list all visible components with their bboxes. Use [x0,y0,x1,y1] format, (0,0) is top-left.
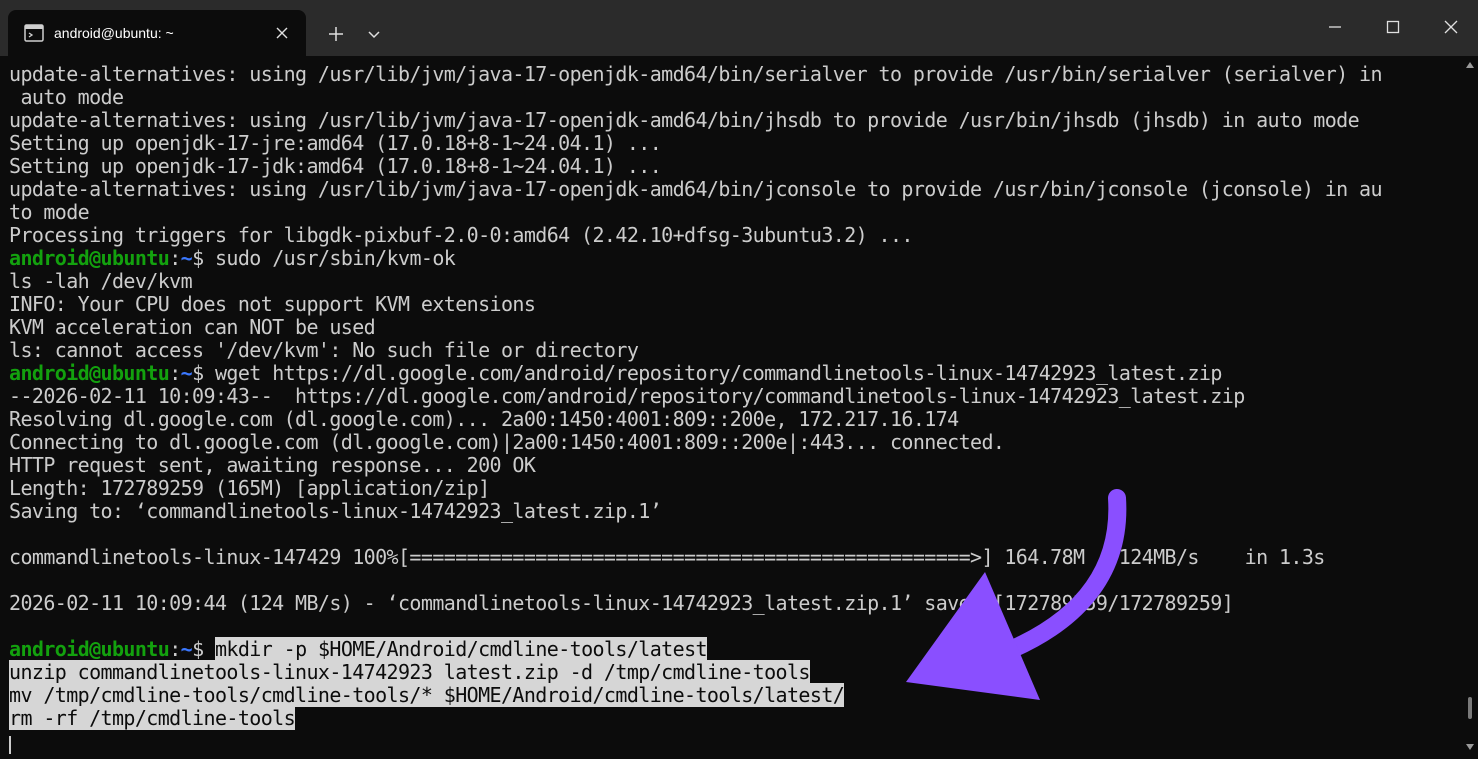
prompt-separator: : [169,361,181,385]
output-text: unzip commandlinetools-linux-14742923_la… [9,660,810,684]
terminal-line: update-alternatives: using /usr/lib/jvm/… [9,109,1382,132]
terminal-line: INFO: Your CPU does not support KVM exte… [9,293,1382,316]
output-text: Processing triggers for libgdk-pixbuf-2.… [9,223,913,247]
terminal-line: auto mode [9,86,1382,109]
output-text: ls -lah /dev/kvm [9,269,193,293]
output-text: update-alternatives: using /usr/lib/jvm/… [9,177,1383,201]
window-close-icon[interactable] [1438,14,1464,40]
output-text: update-alternatives: using /usr/lib/jvm/… [9,108,1360,132]
scrollbar[interactable] [1462,56,1478,759]
terminal-line: Setting up openjdk-17-jre:amd64 (17.0.18… [9,132,1382,155]
output-text: INFO: Your CPU does not support KVM exte… [9,292,536,316]
terminal-line: ls: cannot access '/dev/kvm': No such fi… [9,339,1382,362]
command-text: mkdir -p $HOME/Android/cmdline-tools/lat… [214,637,708,661]
terminal-line: Setting up openjdk-17-jdk:amd64 (17.0.18… [9,155,1382,178]
output-text: --2026-02-11 10:09:43-- https://dl.googl… [9,384,1245,408]
terminal-line: update-alternatives: using /usr/lib/jvm/… [9,177,1383,201]
title-bar: android@ubuntu: ~ [0,0,1478,56]
terminal-line: to mode [9,201,1382,224]
output-text: KVM acceleration can NOT be used [9,315,376,339]
prompt-separator: : [169,246,181,270]
terminal-line: --2026-02-11 10:09:43-- https://dl.googl… [9,385,1382,408]
terminal-line: 2026-02-11 10:09:44 (124 MB/s) - ‘comman… [9,592,1382,615]
output-text: mv /tmp/cmdline-tools/cmdline-tools/* $H… [9,683,845,707]
plus-icon[interactable] [324,22,348,46]
output-text: Saving to: ‘commandlinetools-linux-14742… [9,499,662,523]
prompt-sign: $ [192,246,215,270]
chevron-down-icon[interactable] [362,24,386,44]
terminal-line: android@ubuntu:~$ sudo /usr/sbin/kvm-ok [9,247,1382,270]
terminal-line: ls -lah /dev/kvm [9,270,1382,293]
prompt-sign: $ [192,361,215,385]
prompt-path: ~ [180,246,193,270]
output-text: update-alternatives: using /usr/lib/jvm/… [9,62,1383,86]
terminal-line: android@ubuntu:~$ mkdir -p $HOME/Android… [9,637,1382,661]
terminal-line: KVM acceleration can NOT be used [9,316,1382,339]
prompt-user: android@ubuntu [9,246,170,270]
command-text: sudo /usr/sbin/kvm-ok [214,246,456,270]
terminal-tab[interactable]: android@ubuntu: ~ [8,10,306,56]
terminal-line: android@ubuntu:~$ wget https://dl.google… [9,362,1382,385]
maximize-icon[interactable] [1380,14,1406,40]
terminal-line: mv /tmp/cmdline-tools/cmdline-tools/* $H… [9,683,1382,707]
terminal-icon [24,24,44,42]
terminal-line: rm -rf /tmp/cmdline-tools [9,706,1382,730]
output-text: ls: cannot access '/dev/kvm': No such fi… [9,338,639,362]
terminal-line: commandlinetools-linux-147429 100%[=====… [9,546,1382,569]
output-text: to mode [9,200,90,224]
output-text: Setting up openjdk-17-jdk:amd64 (17.0.18… [9,154,662,178]
terminal-line: update-alternatives: using /usr/lib/jvm/… [9,62,1383,86]
prompt-path: ~ [180,637,193,661]
prompt-sign: $ [192,637,215,661]
terminal-line: unzip commandlinetools-linux-14742923_la… [9,660,1382,684]
minimize-icon[interactable] [1322,14,1348,40]
terminal-line: Connecting to dl.google.com (dl.google.c… [9,431,1382,454]
output-text: Resolving dl.google.com (dl.google.com).… [9,407,959,431]
output-text: 2026-02-11 10:09:44 (124 MB/s) - ‘comman… [9,591,1234,615]
text-cursor [9,736,11,754]
terminal-line: HTTP request sent, awaiting response... … [9,454,1382,477]
output-text: Connecting to dl.google.com (dl.google.c… [9,430,1005,454]
terminal-lines: update-alternatives: using /usr/lib/jvm/… [9,62,1383,730]
prompt-user: android@ubuntu [9,637,170,661]
scrollbar-thumb[interactable] [1468,696,1472,719]
terminal-line: Processing triggers for libgdk-pixbuf-2.… [9,224,1382,247]
terminal-line: Saving to: ‘commandlinetools-linux-14742… [9,500,1382,523]
output-text: Length: 172789259 (165M) [application/zi… [9,476,490,500]
scroll-down-icon[interactable] [1466,744,1474,750]
prompt-user: android@ubuntu [9,361,170,385]
command-text: wget https://dl.google.com/android/repos… [214,361,1222,385]
output-text: rm -rf /tmp/cmdline-tools [9,706,296,730]
scroll-up-icon[interactable] [1466,62,1474,68]
prompt-path: ~ [180,361,193,385]
tab-title: android@ubuntu: ~ [54,25,174,41]
terminal-line: Length: 172789259 (165M) [application/zi… [9,477,1382,500]
output-text: auto mode [9,85,124,109]
output-text: Setting up openjdk-17-jre:amd64 (17.0.18… [9,131,662,155]
prompt-separator: : [169,637,181,661]
output-text: HTTP request sent, awaiting response... … [9,453,536,477]
terminal-output[interactable]: update-alternatives: using /usr/lib/jvm/… [0,56,1462,759]
tab-close-icon[interactable] [274,25,290,41]
terminal-line: Resolving dl.google.com (dl.google.com).… [9,408,1382,431]
output-text: commandlinetools-linux-147429 100%[=====… [9,545,1325,569]
